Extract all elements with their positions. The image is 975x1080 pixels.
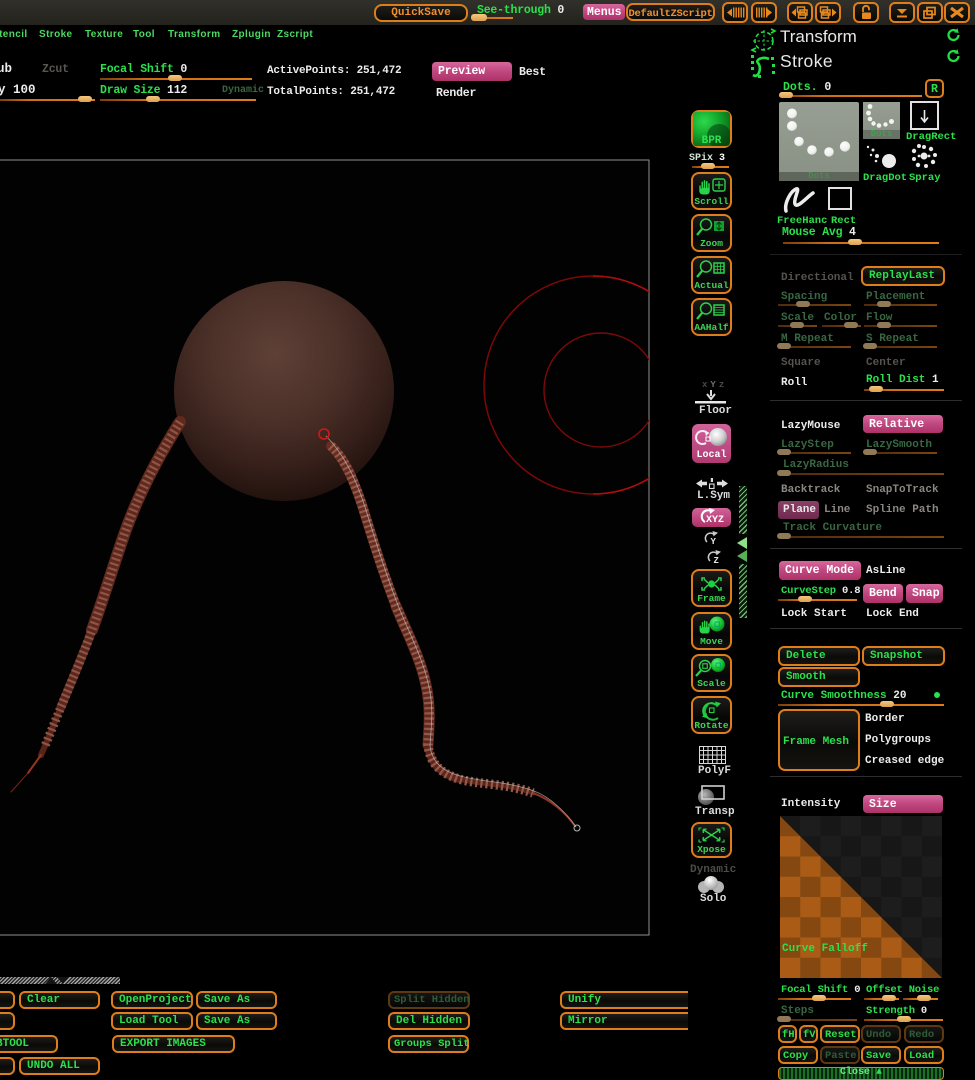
svg-text:XYZ: XYZ	[706, 515, 724, 526]
svg-text:Y: Y	[711, 537, 717, 545]
svg-text:Z: Z	[714, 556, 719, 564]
svg-text:BPR: BPR	[702, 135, 722, 146]
